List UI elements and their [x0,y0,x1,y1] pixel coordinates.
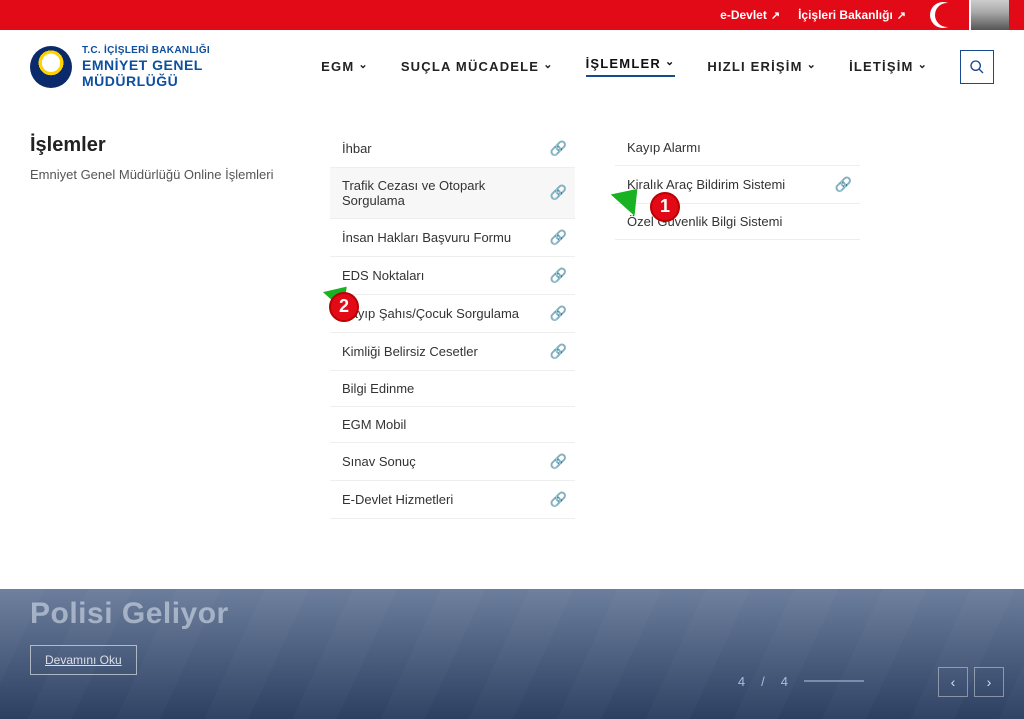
hero-prev-button[interactable]: ‹ [938,667,968,697]
mega-intro: İşlemler Emniyet Genel Müdürlüğü Online … [30,124,330,519]
main-header: T.C. İÇİŞLERİ BAKANLIĞI EMNİYET GENEL MÜ… [0,30,1024,114]
hero-read-more[interactable]: Devamını Oku [30,645,137,675]
mega-item[interactable]: İnsan Hakları Başvuru Formu 🔗 [330,219,575,257]
mega-item[interactable]: Kayıp Alarmı [615,130,860,166]
edevlet-link[interactable]: e-Devlet [720,8,780,22]
mega-item[interactable]: Kimliği Belirsiz Cesetler 🔗 [330,333,575,371]
flag-decoration [924,0,1024,30]
external-link-icon: 🔗 [550,229,567,246]
nav-hizli[interactable]: HIZLI ERİŞİM [707,59,817,74]
mega-item-label: EDS Noktaları [342,268,424,283]
external-link-icon: 🔗 [550,305,567,322]
mega-item-label: İhbar [342,141,372,156]
top-utility-bar: e-Devlet İçişleri Bakanlığı [0,0,1024,30]
external-link-icon: 🔗 [550,343,567,360]
external-link-icon: 🔗 [835,176,852,193]
mega-item-label: E-Devlet Hizmetleri [342,492,453,507]
mega-item-label: Bilgi Edinme [342,381,414,396]
hero-progress-bar [804,680,864,682]
external-link-icon: 🔗 [550,184,567,201]
hero-page-total: 4 [781,674,788,689]
mega-item-label: Trafik Cezası ve Otopark Sorgulama [342,178,550,208]
main-nav: EGM SUÇLA MÜCADELE İŞLEMLER HIZLI ERİŞİM… [321,50,994,84]
mega-item-label: Kayıp Şahıs/Çocuk Sorgulama [342,306,519,321]
mega-subtitle: Emniyet Genel Müdürlüğü Online İşlemleri [30,167,330,182]
nav-sucla[interactable]: SUÇLA MÜCADELE [401,59,554,74]
brand-text: T.C. İÇİŞLERİ BAKANLIĞI EMNİYET GENEL MÜ… [82,45,210,89]
mega-col-2: Kayıp Alarmı Kiralık Araç Bildirim Sistem… [615,124,860,519]
mega-item[interactable]: EDS Noktaları 🔗 [330,257,575,295]
mega-title: İşlemler [30,134,330,157]
mega-item-label: EGM Mobil [342,417,406,432]
hero-page-sep: / [761,674,765,689]
nav-egm[interactable]: EGM [321,59,369,74]
hero-nav-buttons: ‹ › [938,667,1004,697]
egm-logo[interactable] [30,46,72,88]
mega-item[interactable]: Kayıp Şahıs/Çocuk Sorgulama 🔗 [330,295,575,333]
mega-item-label: Kimliği Belirsiz Cesetler [342,344,478,359]
mega-item[interactable]: E-Devlet Hizmetleri 🔗 [330,481,575,519]
mega-item[interactable]: Trafik Cezası ve Otopark Sorgulama🔗 [330,168,575,219]
mega-item[interactable]: Bilgi Edinme [330,371,575,407]
nav-iletisim[interactable]: İLETİŞİM [849,59,928,74]
external-link-icon: 🔗 [550,267,567,284]
ministry-link[interactable]: İçişleri Bakanlığı [798,8,906,22]
ataturk-portrait [969,0,1009,30]
search-icon [969,59,985,75]
hero-next-button[interactable]: › [974,667,1004,697]
nav-islemler[interactable]: İŞLEMLER [586,56,676,77]
external-link-icon: 🔗 [550,453,567,470]
annotation-badge-2: 2 [329,292,359,322]
mega-col-1: İhbar🔗Trafik Cezası ve Otopark Sorgulama… [330,124,575,519]
mega-item[interactable]: İhbar 🔗 [330,130,575,168]
hero-pager: 4 / 4 [738,674,864,689]
islemler-mega-menu: İşlemler Emniyet Genel Müdürlüğü Online … [0,114,1024,549]
crescent-icon [930,2,956,28]
annotation-badge-1: 1 [650,192,680,222]
mega-item-label: Sınav Sonuç [342,454,416,469]
brand-line1: T.C. İÇİŞLERİ BAKANLIĞI [82,45,210,57]
brand-line2: EMNİYET GENEL [82,57,210,73]
hero-title: Polisi Geliyor [0,589,1024,631]
search-button[interactable] [960,50,994,84]
mega-item-label: Kayıp Alarmı [627,140,701,155]
mega-item-label: İnsan Hakları Başvuru Formu [342,230,511,245]
external-link-icon: 🔗 [550,140,567,157]
hero-slider: Polisi Geliyor Devamını Oku 4 / 4 ‹ › [0,589,1024,719]
mega-item-label: Özel Güvenlik Bilgi Sistemi [627,214,782,229]
mega-item-label: Kiralık Araç Bildirim Sistemi [627,177,785,192]
brand-line3: MÜDÜRLÜĞÜ [82,73,210,89]
mega-item[interactable]: EGM Mobil [330,407,575,443]
hero-page-current: 4 [738,674,745,689]
mega-item[interactable]: Sınav Sonuç 🔗 [330,443,575,481]
external-link-icon: 🔗 [550,491,567,508]
